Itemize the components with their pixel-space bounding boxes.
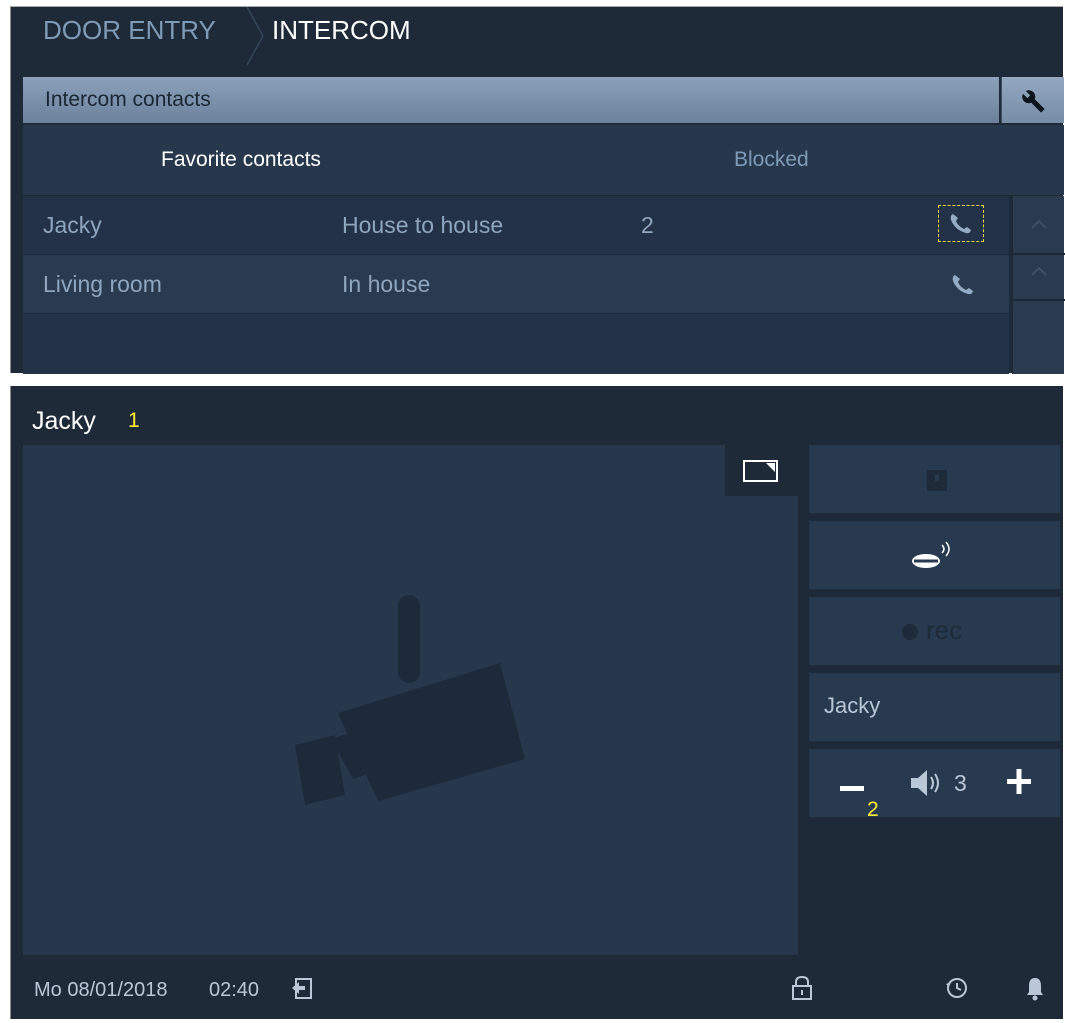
minus-icon (840, 786, 864, 791)
history-clock-icon[interactable] (943, 974, 971, 1002)
contact-row-empty (23, 314, 1009, 374)
video-area (23, 445, 798, 955)
volume-level: 3 (954, 770, 967, 796)
contact-tabs: Favorite contacts Blocked (23, 125, 1064, 195)
intercom-screen: DOOR ENTRY INTERCOM Intercom contacts Fa… (10, 6, 1065, 374)
record-dot-icon (902, 624, 918, 640)
status-date: Mo 08/01/2018 (34, 979, 168, 1001)
record-button[interactable]: rec (809, 597, 1060, 665)
bell-icon[interactable] (1023, 974, 1047, 1002)
exit-icon[interactable] (290, 976, 316, 1002)
contact-name: Living room (43, 271, 162, 297)
status-bar: Mo 08/01/2018 02:40 (11, 958, 1064, 1019)
speak-lips-icon (912, 541, 950, 568)
call-button[interactable] (941, 267, 984, 301)
lock-icon[interactable] (790, 974, 814, 1002)
contact-type: House to house (342, 212, 504, 238)
talk-button[interactable] (809, 521, 1060, 589)
plus-icon (1007, 769, 1031, 794)
volume-down-button[interactable] (837, 767, 867, 797)
caller-marker: 1 (128, 409, 140, 432)
volume-marker: 2 (867, 798, 879, 821)
caller-label-panel: Jacky (809, 673, 1060, 741)
phone-icon (952, 275, 973, 295)
caller-name: Jacky (32, 407, 96, 435)
scroll-up-page-icon (1031, 266, 1047, 276)
contact-name: Jacky (43, 212, 102, 238)
breadcrumb-door-entry[interactable]: DOOR ENTRY (43, 15, 216, 46)
contact-row[interactable]: Jacky House to house 2 (23, 196, 1009, 254)
call-button[interactable] (938, 205, 984, 242)
camera-placeholder-icon (295, 595, 525, 805)
record-label: rec (926, 615, 963, 645)
call-screen: Jacky 1 rec Jacky 2 3 Mo 08/01/2018 02:4… (10, 386, 1063, 1019)
status-time: 02:40 (209, 979, 260, 1001)
door-open-button[interactable] (809, 445, 1060, 513)
contact-row[interactable]: Living room In house (23, 255, 1009, 313)
settings-button[interactable] (1001, 77, 1064, 123)
picture-in-picture-icon (743, 460, 778, 482)
wrench-icon (1021, 89, 1045, 113)
caller-side-label: Jacky (824, 693, 881, 718)
phone-icon (950, 214, 971, 234)
tab-blocked[interactable]: Blocked (734, 148, 809, 172)
volume-control: 2 3 (809, 749, 1060, 821)
speaker-icon (911, 770, 939, 796)
volume-up-button[interactable] (1004, 767, 1034, 797)
scroll-up-icon (1031, 219, 1047, 229)
contact-number: 2 (641, 212, 654, 238)
breadcrumb-intercom: INTERCOM (272, 15, 411, 45)
contact-type: In house (342, 271, 431, 297)
scrollbar[interactable] (1012, 196, 1065, 374)
contacts-header: Intercom contacts (23, 77, 999, 123)
fullscreen-button[interactable] (725, 445, 798, 496)
door-icon (927, 470, 947, 491)
tab-favorite-contacts[interactable]: Favorite contacts (161, 148, 321, 172)
breadcrumb-separator-icon (246, 7, 264, 65)
